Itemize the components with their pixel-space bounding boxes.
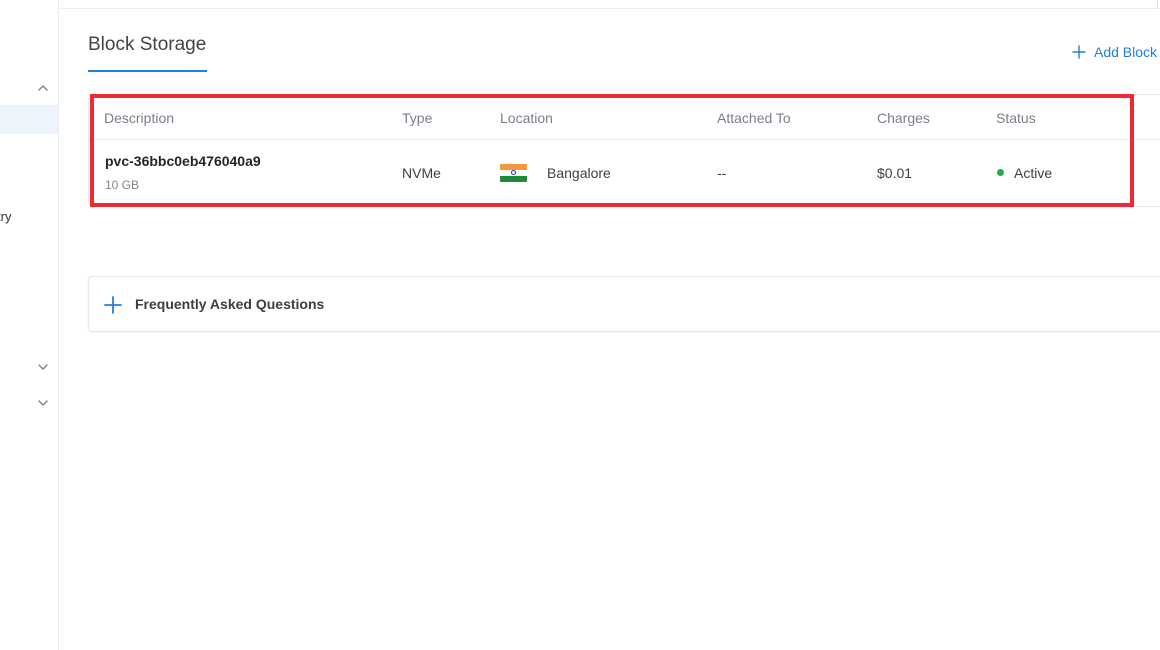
top-bar-divider [1157,0,1158,9]
column-header-location: Location [500,110,553,126]
volume-attached-to: -- [717,165,727,181]
table-row[interactable]: pvc-36bbc0eb476040a9 10 GB NVMe Bangalor… [89,140,1160,206]
chevron-up-icon[interactable] [36,81,50,95]
volume-name[interactable]: pvc-36bbc0eb476040a9 [105,153,261,169]
chevron-down-icon[interactable] [36,396,50,410]
column-header-type: Type [402,110,433,126]
top-bar [59,0,1160,9]
status-badge: Active [1014,165,1053,181]
block-storage-table: Description Type Location Attached To Ch… [88,94,1160,207]
volume-type: NVMe [402,165,441,181]
faq-title: Frequently Asked Questions [135,296,325,312]
plus-icon [104,296,122,314]
plus-icon [1072,45,1086,59]
table-header: Description Type Location Attached To Ch… [89,95,1160,140]
volume-charges: $0.01 [877,165,913,181]
sidebar-item-label[interactable]: try [0,209,11,224]
column-header-charges: Charges [877,110,930,126]
volume-location: Bangalore [547,165,611,181]
column-header-status: Status [996,110,1036,126]
faq-accordion[interactable]: Frequently Asked Questions [88,276,1160,332]
sidebar-item-active[interactable] [0,105,58,134]
status-dot-icon [997,169,1004,176]
column-header-attached-to: Attached To [717,110,791,126]
chevron-down-icon[interactable] [36,360,50,374]
add-block-label: Add Block [1094,44,1158,60]
volume-size: 10 GB [105,178,140,192]
page-title: Block Storage [88,34,207,55]
add-block-button[interactable]: Add Block [1072,42,1157,62]
india-flag-icon [500,164,527,182]
column-header-description: Description [104,110,175,126]
tab-underline [88,70,207,72]
sidebar: try [0,0,59,650]
